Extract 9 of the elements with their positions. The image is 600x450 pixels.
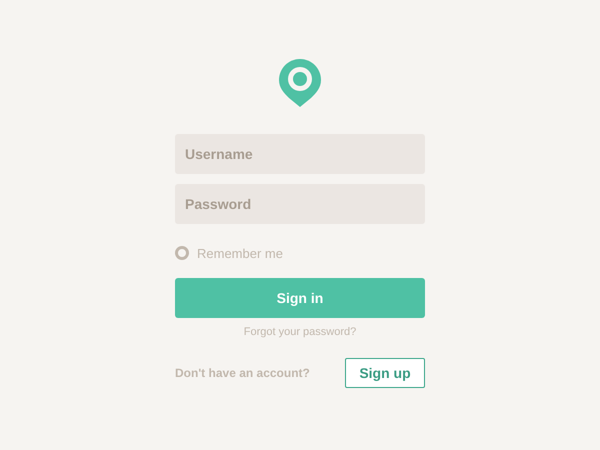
password-field[interactable]: Password — [175, 184, 425, 224]
forgot-password-link[interactable]: Forgot your password? — [244, 326, 356, 338]
remember-label[interactable]: Remember me — [197, 246, 283, 260]
username-field[interactable]: Username — [175, 134, 425, 174]
signup-prompt: Don't have an account? — [175, 366, 310, 380]
remember-radio[interactable] — [175, 246, 189, 260]
sign-up-button[interactable]: Sign up — [345, 358, 425, 388]
sign-in-button[interactable]: Sign in — [175, 278, 425, 318]
location-pin-icon — [279, 59, 321, 107]
